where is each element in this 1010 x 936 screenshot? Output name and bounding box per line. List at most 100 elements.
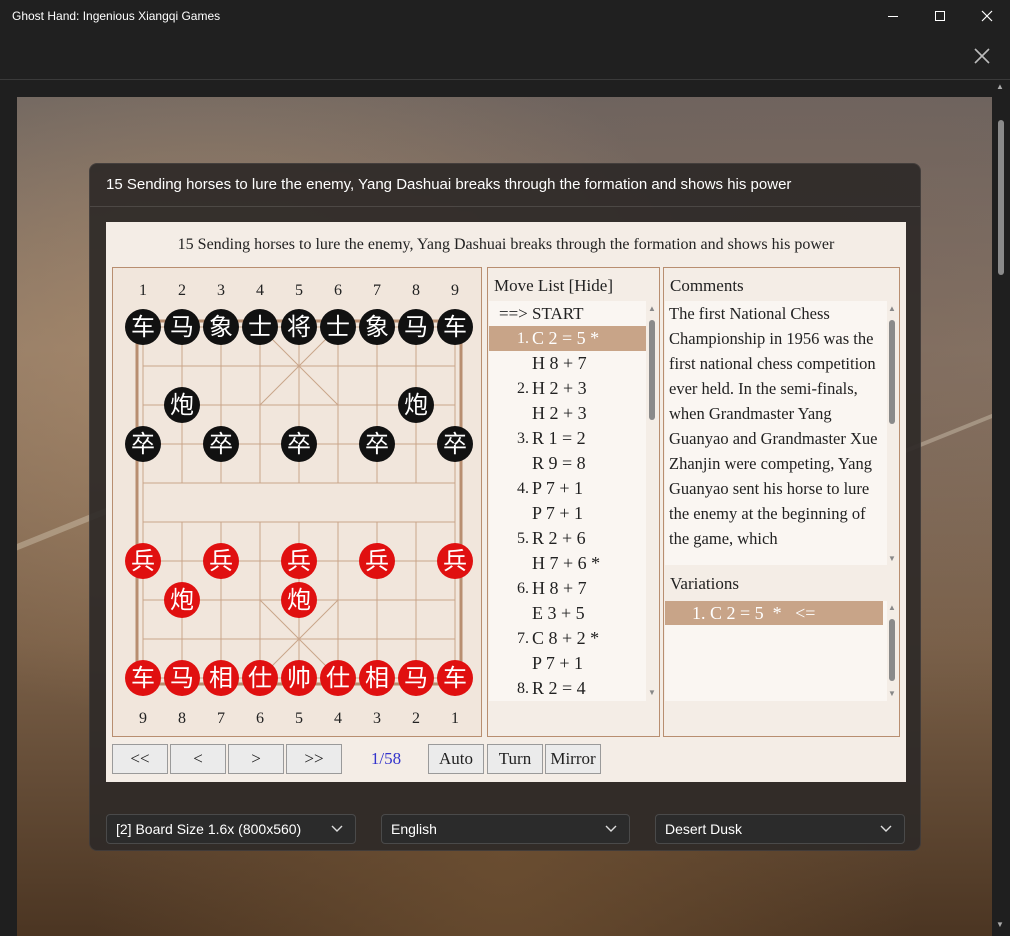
file-coordinate: 4 <box>334 710 342 727</box>
file-coordinate: 2 <box>178 282 186 299</box>
black-piece[interactable]: 马 <box>164 309 200 345</box>
variation-item[interactable]: 1. C 2 = 5 * <= <box>665 601 883 625</box>
first-move-button[interactable]: << <box>112 744 168 774</box>
file-coordinate: 3 <box>217 282 225 299</box>
move-number: 4. <box>517 480 529 497</box>
move-list-item[interactable]: H 2 + 3 <box>489 401 646 426</box>
black-piece[interactable]: 象 <box>203 309 239 345</box>
move-list-item[interactable]: 4. P 7 + 1 <box>489 476 646 501</box>
move-number: 3. <box>517 430 529 447</box>
move-list-item[interactable]: P 7 + 1 <box>489 651 646 676</box>
black-piece[interactable]: 车 <box>125 309 161 345</box>
theme-select[interactable]: Desert Dusk <box>655 814 905 844</box>
black-piece[interactable]: 卒 <box>281 426 317 462</box>
game-panel: 15 Sending horses to lure the enemy, Yan… <box>106 222 906 782</box>
move-notation: R 2 + 6 <box>532 528 586 548</box>
scroll-down-icon[interactable]: ▼ <box>647 688 657 697</box>
red-piece[interactable]: 兵 <box>203 543 239 579</box>
move-list-item[interactable]: R 9 = 8 <box>489 451 646 476</box>
move-list-item[interactable]: 7. C 8 + 2 * <box>489 626 646 651</box>
game-dialog: 15 Sending horses to lure the enemy, Yan… <box>89 163 921 851</box>
move-list-item[interactable]: 3. R 1 = 2 <box>489 426 646 451</box>
red-piece[interactable]: 车 <box>125 660 161 696</box>
move-list-item[interactable]: H 7 + 6 * <box>489 551 646 576</box>
file-coordinate: 8 <box>178 710 186 727</box>
red-piece[interactable]: 帅 <box>281 660 317 696</box>
file-coordinate: 3 <box>373 710 381 727</box>
black-piece[interactable]: 卒 <box>437 426 473 462</box>
red-piece[interactable]: 兵 <box>125 543 161 579</box>
move-list-item[interactable]: 1. C 2 = 5 * <box>489 326 646 351</box>
move-list-item[interactable]: 2. H 2 + 3 <box>489 376 646 401</box>
red-piece[interactable]: 仕 <box>242 660 278 696</box>
scroll-up-icon[interactable]: ▲ <box>887 603 897 612</box>
move-list-item[interactable]: E 3 + 5 <box>489 601 646 626</box>
move-notation: H 2 + 3 <box>532 378 587 398</box>
language-select[interactable]: English <box>381 814 630 844</box>
scroll-down-icon[interactable]: ▼ <box>887 689 897 698</box>
red-piece[interactable]: 炮 <box>164 582 200 618</box>
black-piece[interactable]: 车 <box>437 309 473 345</box>
move-list-item[interactable]: P 7 + 1 <box>489 501 646 526</box>
file-coordinate: 6 <box>256 710 264 727</box>
xiangqi-board[interactable]: 123456789987654321车马象士将士象马车炮炮卒卒卒卒卒兵兵兵兵兵炮… <box>112 267 482 737</box>
move-list-item[interactable]: 6. H 8 + 7 <box>489 576 646 601</box>
file-coordinate: 4 <box>256 282 264 299</box>
red-piece[interactable]: 炮 <box>281 582 317 618</box>
scrollbar-thumb[interactable] <box>889 619 895 681</box>
black-piece[interactable]: 将 <box>281 309 317 345</box>
move-notation: R 1 = 2 <box>532 428 586 448</box>
mirror-board-button[interactable]: Mirror <box>545 744 601 774</box>
variations-list: 1. C 2 = 5 * <= <box>665 601 887 701</box>
red-piece[interactable]: 相 <box>359 660 395 696</box>
scroll-down-icon[interactable]: ▼ <box>996 920 1004 929</box>
black-piece[interactable]: 卒 <box>125 426 161 462</box>
window-close-button[interactable] <box>964 0 1010 32</box>
auto-play-button[interactable]: Auto <box>428 744 484 774</box>
red-piece[interactable]: 兵 <box>359 543 395 579</box>
last-move-button[interactable]: >> <box>286 744 342 774</box>
red-piece[interactable]: 兵 <box>437 543 473 579</box>
page-scrollbar[interactable]: ▲ ▼ <box>996 80 1006 936</box>
red-piece[interactable]: 相 <box>203 660 239 696</box>
black-piece[interactable]: 炮 <box>398 387 434 423</box>
move-list-scrollbar[interactable]: ▲ ▼ <box>647 304 657 700</box>
variations-scrollbar[interactable]: ▲ ▼ <box>887 603 897 701</box>
dialog-close-button[interactable] <box>970 44 994 68</box>
move-list-item[interactable]: 8. R 2 = 4 <box>489 676 646 701</box>
prev-move-button[interactable]: < <box>170 744 226 774</box>
scroll-up-icon[interactable]: ▲ <box>647 304 657 313</box>
scrollbar-thumb[interactable] <box>649 320 655 420</box>
move-notation: R 2 = 4 <box>532 678 586 698</box>
move-list-item[interactable]: H 8 + 7 <box>489 351 646 376</box>
maximize-button[interactable] <box>917 0 963 32</box>
scrollbar-thumb[interactable] <box>889 320 895 424</box>
board-size-select[interactable]: [2] Board Size 1.6x (800x560) <box>106 814 356 844</box>
red-piece[interactable]: 仕 <box>320 660 356 696</box>
black-piece[interactable]: 炮 <box>164 387 200 423</box>
red-piece[interactable]: 车 <box>437 660 473 696</box>
black-piece[interactable]: 士 <box>320 309 356 345</box>
comments-scrollbar[interactable]: ▲ ▼ <box>887 304 897 566</box>
black-piece[interactable]: 卒 <box>359 426 395 462</box>
minimize-button[interactable] <box>870 0 916 32</box>
scroll-up-icon[interactable]: ▲ <box>996 82 1004 91</box>
red-piece[interactable]: 马 <box>164 660 200 696</box>
move-list-item[interactable]: 5. R 2 + 6 <box>489 526 646 551</box>
file-coordinate: 8 <box>412 282 420 299</box>
scrollbar-thumb[interactable] <box>998 120 1004 275</box>
scroll-up-icon[interactable]: ▲ <box>887 304 897 313</box>
black-piece[interactable]: 士 <box>242 309 278 345</box>
black-piece[interactable]: 卒 <box>203 426 239 462</box>
chevron-down-icon <box>331 815 343 854</box>
turn-board-button[interactable]: Turn <box>487 744 543 774</box>
move-list-header[interactable]: Move List [Hide] <box>494 276 613 296</box>
next-move-button[interactable]: > <box>228 744 284 774</box>
move-notation: H 7 + 6 * <box>532 553 601 573</box>
red-piece[interactable]: 马 <box>398 660 434 696</box>
red-piece[interactable]: 兵 <box>281 543 317 579</box>
black-piece[interactable]: 马 <box>398 309 434 345</box>
scroll-down-icon[interactable]: ▼ <box>887 554 897 563</box>
black-piece[interactable]: 象 <box>359 309 395 345</box>
move-list-start[interactable]: ==> START <box>489 301 646 326</box>
